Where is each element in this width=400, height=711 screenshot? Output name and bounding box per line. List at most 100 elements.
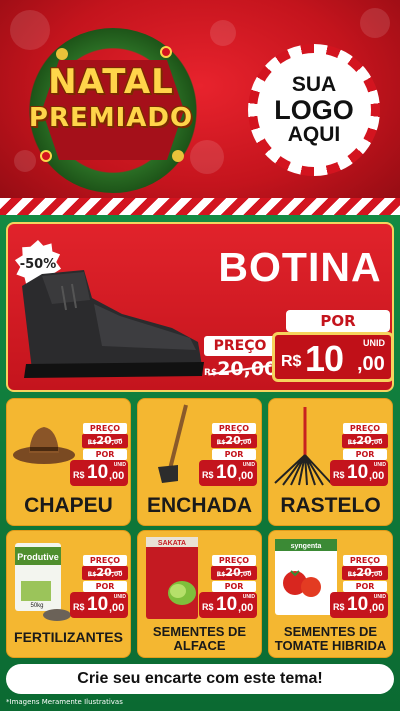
por-tag: POR (83, 449, 127, 460)
new-cents: ,00 (238, 602, 254, 614)
seed-packet-icon: SAKATA (146, 537, 198, 619)
new-int: 10 (347, 462, 369, 483)
new-price-int: 10 (305, 338, 344, 379)
unit: UNID (242, 594, 255, 600)
featured-product[interactable]: -50% BOTINA PREÇO R$20,00 POR R$ 10 ,00 … (6, 222, 394, 392)
bokeh-light (210, 20, 236, 46)
product-name-line: TOMATE HIBRIDA (274, 638, 387, 653)
new-price-tag: R$ 10,00 UNID (330, 460, 388, 486)
preco-tag: PREÇO (343, 423, 387, 434)
hoe-icon (158, 404, 188, 483)
new-cents: ,00 (369, 470, 385, 482)
ornament-icon (56, 48, 68, 60)
featured-title: BOTINA (218, 244, 382, 290)
product-card-chapeu[interactable]: PREÇO R$20,00 POR R$10,00 UNID CHAPEU (6, 398, 131, 526)
new-int: 10 (216, 462, 238, 483)
store-logo-text: SUA LOGO AQUI (257, 53, 371, 167)
unit: UNID (373, 594, 386, 600)
old-price: R$20,00 (204, 358, 277, 380)
product-card-alface[interactable]: SAKATA PREÇO R$20,00 POR R$10,00 UNID SEM… (137, 530, 262, 658)
unit: UNID (373, 462, 386, 468)
rake-icon (274, 407, 332, 486)
preco-tag: PREÇO (212, 423, 256, 434)
store-logo-line: AQUI (287, 123, 341, 147)
unit-label: UNID (363, 338, 385, 348)
header-banner: NATAL PREMIADO SUA LOGO AQUI (0, 0, 400, 215)
new-cents: ,00 (238, 470, 254, 482)
por-tag: POR (212, 581, 256, 592)
unit: UNID (242, 462, 255, 468)
unit: UNID (113, 594, 126, 600)
new-price-tag: R$ 10,00 UNID (70, 460, 128, 486)
new-cents: ,00 (369, 602, 385, 614)
currency: R$ (202, 470, 214, 480)
product-name: SEMENTES DE TOMATE HIBRIDA (269, 625, 392, 653)
logo-title-natal: NATAL (48, 62, 174, 102)
por-tag: POR (343, 581, 387, 592)
preco-tag: PREÇO (83, 555, 127, 566)
ornament-icon (40, 150, 52, 162)
preco-label: PREÇO (204, 336, 276, 356)
ornament-icon (172, 150, 184, 162)
currency: R$ (202, 602, 214, 612)
old-price-tag: R$20,00 (82, 434, 128, 448)
old-price-tag: R$20,00 (82, 566, 128, 580)
new-price-tag: R$ 10,00 UNID (199, 460, 257, 486)
sakata-brand: SAKATA (158, 540, 186, 547)
product-card-rastelo[interactable]: PREÇO R$20,00 POR R$10,00 UNID RASTELO (268, 398, 393, 526)
product-name: SEMENTES DE ALFACE (138, 625, 261, 653)
product-name: CHAPEU (24, 494, 113, 517)
fertilizer-bag-icon: Produtive 50kg (15, 543, 71, 621)
logo-title-premiado: PREMIADO (28, 103, 194, 133)
old-price-tag: R$20,00 (211, 434, 257, 448)
new-price-tag: R$ 10,00 UNID (330, 592, 388, 618)
new-currency: R$ (281, 353, 302, 370)
product-name-line: SEMENTES DE (152, 624, 247, 639)
bokeh-light (14, 150, 36, 172)
preco-tag: PREÇO (83, 423, 127, 434)
product-name: FERTILIZANTES (14, 629, 123, 645)
cta-button[interactable]: Crie seu encarte com este tema! (6, 664, 394, 694)
new-price-cents: ,00 (357, 353, 385, 375)
currency: R$ (333, 470, 345, 480)
new-cents: ,00 (109, 470, 125, 482)
unit: UNID (113, 462, 126, 468)
new-int: 10 (347, 594, 369, 615)
product-name: ENCHADA (147, 494, 252, 517)
old-price-tag: R$20,00 (211, 566, 257, 580)
currency: R$ (333, 602, 345, 612)
por-label: POR (286, 310, 390, 332)
por-tag: POR (83, 581, 127, 592)
product-name-line: ALFACE (173, 638, 226, 653)
bokeh-light (190, 140, 224, 174)
product-name-line: SEMENTES DE (283, 624, 378, 639)
ornament-icon (160, 46, 172, 58)
product-card-tomate[interactable]: syngenta PREÇO R$20,00 POR R$10,00 UNID S… (268, 530, 393, 658)
old-price-tag: R$20,00 (342, 566, 388, 580)
fertilizer-weight: 50kg (30, 603, 43, 609)
tomato-brand: syngenta (291, 543, 322, 550)
new-int: 10 (87, 462, 109, 483)
bokeh-light (360, 8, 390, 38)
product-card-enchada[interactable]: PREÇO R$20,00 POR R$10,00 UNID ENCHADA (137, 398, 262, 526)
store-logo-line: SUA (291, 72, 337, 96)
new-price-tag: R$ 10,00 UNID (70, 592, 128, 618)
preco-tag: PREÇO (212, 555, 256, 566)
hat-icon (13, 427, 75, 464)
new-price-tag: R$ 10,00 UNID (199, 592, 257, 618)
preco-tag: PREÇO (343, 555, 387, 566)
currency: R$ (73, 602, 85, 612)
por-tag: POR (212, 449, 256, 460)
product-card-fertilizantes[interactable]: Produtive 50kg PREÇO R$20,00 POR R$10,00… (6, 530, 131, 658)
new-cents: ,00 (109, 602, 125, 614)
old-price-tag: R$20,00 (342, 434, 388, 448)
disclaimer-text: *Imagens Meramente Ilustrativas (6, 698, 123, 706)
boot-icon (22, 270, 204, 378)
currency: R$ (73, 470, 85, 480)
bokeh-light (10, 10, 50, 50)
product-name: RASTELO (280, 494, 381, 517)
por-tag: POR (343, 449, 387, 460)
fertilizer-brand: Produtive (17, 552, 59, 562)
new-int: 10 (87, 594, 109, 615)
store-logo-placeholder: SUA LOGO AQUI (248, 44, 380, 176)
